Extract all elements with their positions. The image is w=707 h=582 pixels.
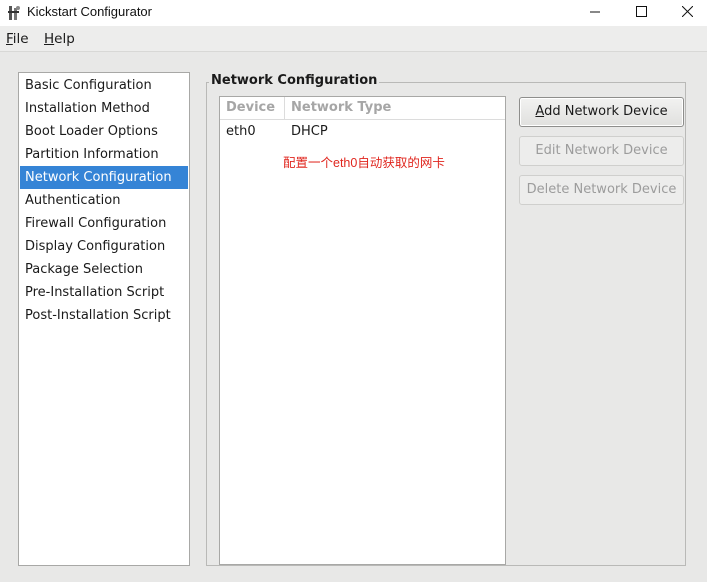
- sidebar-item-network-configuration[interactable]: Network Configuration: [20, 166, 188, 189]
- menu-file-mnemonic: F: [6, 31, 13, 47]
- maximize-icon: [635, 5, 647, 21]
- maximize-button[interactable]: [618, 0, 664, 26]
- sidebar-item-post-installation-script[interactable]: Post-Installation Script: [20, 304, 188, 327]
- section-list: Basic Configuration Installation Method …: [18, 72, 190, 566]
- app-icon: [7, 5, 21, 21]
- kickstart-window: Kickstart Configurator File Help Basic C…: [0, 0, 707, 582]
- window-title: Kickstart Configurator: [27, 4, 152, 19]
- minimize-button[interactable]: [572, 0, 618, 26]
- menu-file-label: ile: [12, 31, 29, 47]
- menu-help[interactable]: Help: [44, 31, 75, 47]
- add-button-label: dd Network Device: [544, 104, 668, 119]
- annotation-text: 配置一个eth0自动获取的网卡: [283, 156, 445, 170]
- sidebar-item-boot-loader-options[interactable]: Boot Loader Options: [20, 120, 188, 143]
- title-bar: Kickstart Configurator: [0, 0, 707, 26]
- sidebar-item-package-selection[interactable]: Package Selection: [20, 258, 188, 281]
- sidebar-item-authentication[interactable]: Authentication: [20, 189, 188, 212]
- edit-network-device-button[interactable]: Edit Network Device: [519, 136, 684, 166]
- cell-network-type: DHCP: [291, 124, 328, 139]
- close-icon: [681, 5, 693, 21]
- sidebar-item-basic-configuration[interactable]: Basic Configuration: [20, 74, 188, 97]
- close-button[interactable]: [664, 0, 707, 26]
- column-header-network-type[interactable]: Network Type: [285, 97, 505, 120]
- menu-help-label: elp: [54, 31, 75, 47]
- network-frame-title: Network Configuration: [209, 73, 380, 88]
- sidebar-item-display-configuration[interactable]: Display Configuration: [20, 235, 188, 258]
- delete-network-device-button[interactable]: Delete Network Device: [519, 175, 684, 205]
- menu-file[interactable]: File: [6, 31, 29, 47]
- cell-device: eth0: [226, 124, 256, 139]
- add-network-device-button[interactable]: Add Network Device: [519, 97, 684, 127]
- add-button-mnemonic: A: [535, 104, 545, 119]
- sidebar-item-partition-information[interactable]: Partition Information: [20, 143, 188, 166]
- minimize-icon: [590, 6, 600, 21]
- sidebar-item-firewall-configuration[interactable]: Firewall Configuration: [20, 212, 188, 235]
- sidebar-item-installation-method[interactable]: Installation Method: [20, 97, 188, 120]
- menu-bar: File Help: [0, 26, 707, 52]
- menu-help-mnemonic: H: [44, 31, 55, 47]
- sidebar-item-pre-installation-script[interactable]: Pre-Installation Script: [20, 281, 188, 304]
- column-header-device[interactable]: Device: [220, 97, 285, 120]
